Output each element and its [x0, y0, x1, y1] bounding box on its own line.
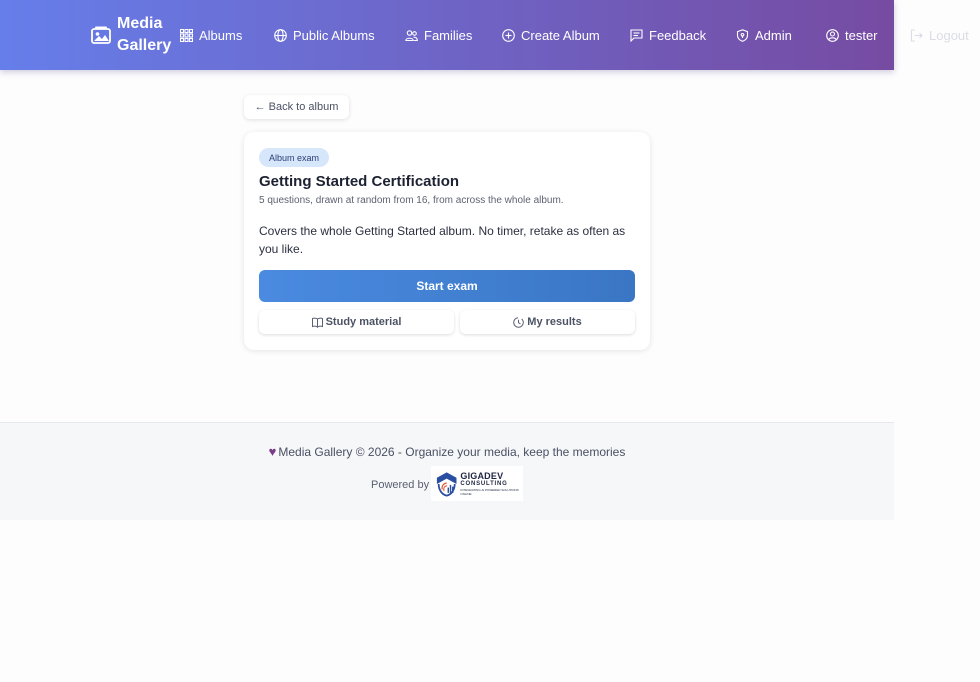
exam-subtitle: 5 questions, drawn at random from 16, fr…: [259, 195, 564, 206]
globe-icon: [274, 28, 287, 42]
nav-admin[interactable]: Admin: [736, 0, 792, 70]
gigadev-logo[interactable]: GIGADEV CONSULTING INTEGRATING AI POWERE…: [431, 466, 523, 501]
plus-circle-icon: [502, 28, 515, 42]
image-icon: [91, 26, 111, 44]
nav-user[interactable]: tester: [826, 0, 878, 70]
shield-icon: [736, 28, 749, 42]
nav-create-album-label: Create Album: [521, 27, 600, 43]
nav-public-albums[interactable]: Public Albums: [274, 0, 375, 70]
people-icon: [405, 29, 418, 41]
nav-logout-label: Logout: [929, 27, 969, 43]
nav-families-label: Families: [424, 27, 473, 43]
nav-feedback[interactable]: Feedback: [630, 0, 706, 70]
heart-icon: ♥: [268, 444, 277, 459]
clock-history-icon: [513, 316, 525, 328]
nav-create-album[interactable]: Create Album: [502, 0, 600, 70]
exam-title: Getting Started Certification: [259, 173, 460, 190]
nav-albums[interactable]: Albums: [180, 0, 242, 70]
back-to-album-button[interactable]: ← Back to album: [244, 95, 349, 119]
brand-title: Media Gallery: [117, 15, 172, 54]
book-icon: [311, 317, 323, 328]
my-results-button[interactable]: My results: [460, 310, 635, 334]
user-circle-icon: [826, 28, 839, 42]
album-exam-badge: Album exam: [259, 148, 330, 167]
my-results-label: My results: [527, 316, 582, 328]
powered-by-label: Powered by: [371, 479, 430, 491]
exam-card: Album exam Getting Started Certification…: [244, 132, 650, 350]
study-material-label: Study material: [325, 316, 402, 328]
nav-logout[interactable]: Logout: [910, 0, 969, 70]
footer-text-line: ♥ Media Gallery © 2026 - Organize your me…: [0, 444, 894, 459]
footer: ♥ Media Gallery © 2026 - Organize your me…: [0, 422, 894, 520]
brand-link[interactable]: Media Gallery: [91, 13, 171, 57]
exam-description: Covers the whole Getting Started album. …: [259, 224, 626, 256]
nav-public-albums-label: Public Albums: [293, 27, 375, 43]
footer-text: Media Gallery © 2026 - Organize your med…: [278, 445, 626, 459]
nav-families[interactable]: Families: [405, 0, 472, 70]
grid-icon: [180, 28, 193, 42]
logo-name: GIGADEV: [460, 470, 504, 481]
navbar: Media Gallery Albums Public Albums Famil…: [0, 0, 894, 70]
nav-admin-label: Admin: [755, 27, 792, 43]
start-exam-button[interactable]: Start exam: [259, 270, 635, 302]
gigadev-logo-icon: [436, 471, 457, 496]
chat-icon: [630, 28, 643, 42]
logo-tagline: INTEGRATING AI POWERED SOLUTIONS ONLINE: [460, 487, 519, 496]
study-material-button[interactable]: Study material: [259, 310, 454, 334]
nav-feedback-label: Feedback: [649, 27, 707, 43]
logout-icon: [910, 28, 923, 42]
logo-subtitle: CONSULTING: [460, 480, 508, 487]
nav-albums-label: Albums: [199, 27, 243, 43]
nav-user-label: tester: [845, 27, 878, 43]
